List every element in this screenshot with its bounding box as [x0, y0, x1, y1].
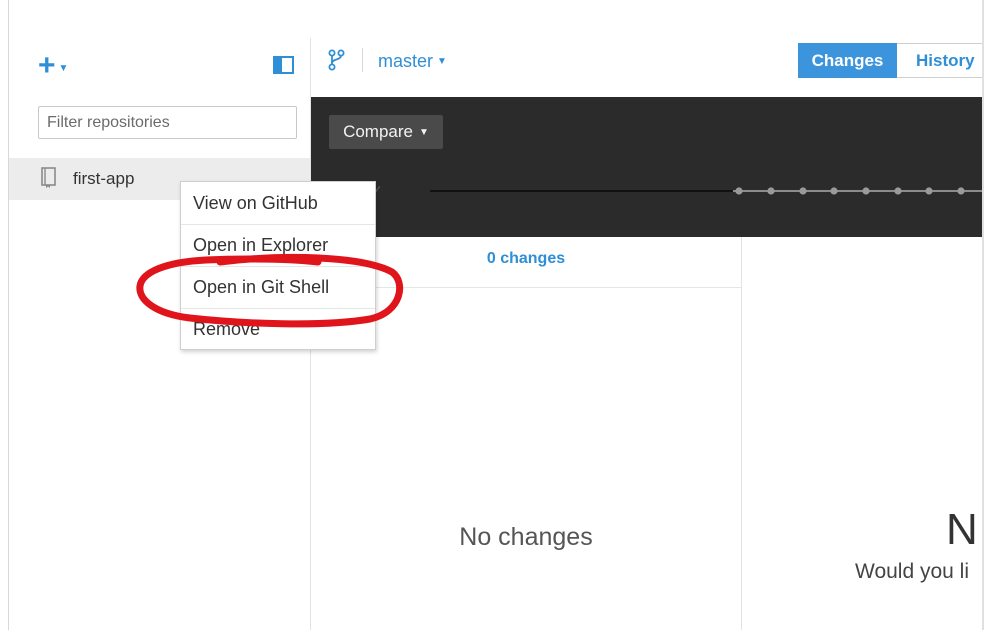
plus-icon: +	[38, 49, 56, 82]
column-divider	[741, 237, 742, 630]
compare-button[interactable]: Compare ▼	[329, 115, 443, 149]
menu-item-remove[interactable]: Remove	[181, 308, 375, 350]
chevron-down-icon: ▼	[437, 55, 447, 67]
compare-label: Compare	[343, 122, 413, 141]
context-menu: View on GitHub Open in Explorer Open in …	[180, 181, 376, 350]
branch-name: master	[378, 50, 434, 71]
branch-selector[interactable]: master ▼	[378, 48, 447, 74]
menu-item-open-in-git-shell[interactable]: Open in Git Shell	[181, 266, 375, 308]
menu-item-view-on-github[interactable]: View on GitHub	[181, 182, 375, 224]
filter-repositories-input[interactable]	[38, 106, 297, 139]
add-repository-button[interactable]: + ▼	[38, 49, 82, 82]
empty-state-message: No changes	[459, 523, 593, 551]
toolbar-separator	[362, 48, 363, 72]
chevron-down-icon: ▼	[419, 126, 429, 138]
branch-icon	[328, 49, 345, 71]
timeline-track	[430, 190, 734, 192]
tab-changes[interactable]: Changes	[798, 43, 897, 78]
detail-heading: N	[946, 505, 978, 554]
sidebar-toggle-icon[interactable]	[273, 56, 294, 74]
chevron-down-icon: ▼	[58, 62, 69, 74]
detail-prompt: Would you li	[855, 560, 970, 583]
menu-item-open-in-explorer[interactable]: Open in Explorer	[181, 224, 375, 266]
tab-history[interactable]: History	[897, 43, 984, 78]
repository-icon	[41, 167, 56, 188]
timeline-commits[interactable]	[733, 184, 984, 198]
repository-label: first-app	[73, 169, 135, 188]
